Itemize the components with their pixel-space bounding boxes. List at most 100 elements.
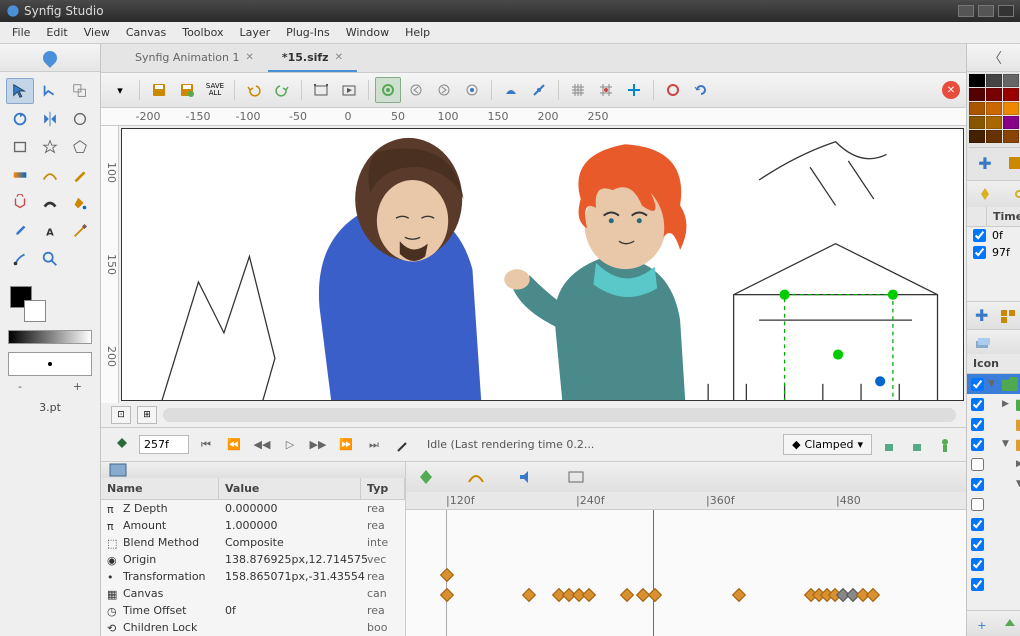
palette-color[interactable] <box>1003 130 1019 143</box>
gradient-tool[interactable] <box>6 162 34 188</box>
mirror-tool[interactable] <box>36 106 64 132</box>
layer-visible-checkbox[interactable] <box>971 498 984 511</box>
grid-icon[interactable] <box>565 77 591 103</box>
tangent-icon[interactable] <box>526 77 552 103</box>
col-type[interactable]: Typ <box>361 478 405 499</box>
layer-visible-checkbox[interactable] <box>971 438 984 451</box>
refresh-icon[interactable] <box>688 77 714 103</box>
text-tool[interactable]: A <box>36 218 64 244</box>
layer-expand-icon[interactable]: ▼ <box>988 379 998 389</box>
param-row[interactable]: ▦Canvascan <box>101 585 405 602</box>
preview-icon[interactable] <box>336 77 362 103</box>
palette-color[interactable] <box>986 88 1002 101</box>
palette-color[interactable] <box>969 88 985 101</box>
palette-color[interactable] <box>986 74 1002 87</box>
palette-color[interactable] <box>1003 116 1019 129</box>
onion-skin-icon[interactable] <box>375 77 401 103</box>
param-row[interactable]: ◉Origin138.876925px,12.714575vec <box>101 551 405 568</box>
palette-color[interactable] <box>969 102 985 115</box>
keyframe-lock-past-icon[interactable] <box>878 434 900 456</box>
circle-tool[interactable] <box>66 106 94 132</box>
palette-color[interactable] <box>986 130 1002 143</box>
menu-help[interactable]: Help <box>397 23 438 42</box>
param-row[interactable]: •Transformation158.865071px,-31.43554rea <box>101 568 405 585</box>
palette-color[interactable] <box>1003 102 1019 115</box>
horizontal-scrollbar[interactable] <box>163 408 956 422</box>
menu-plugins[interactable]: Plug-Ins <box>278 23 338 42</box>
brush-tool[interactable] <box>6 246 34 272</box>
layer-expand-icon[interactable]: ▼ <box>1016 479 1020 489</box>
guides-icon[interactable] <box>621 77 647 103</box>
param-row[interactable]: ◷Time Offset0frea <box>101 602 405 619</box>
current-frame-input[interactable] <box>139 435 189 454</box>
fill-tool[interactable] <box>66 190 94 216</box>
spline-tool[interactable] <box>36 162 64 188</box>
palette-save-icon[interactable] <box>1005 154 1020 172</box>
close-tab-icon[interactable]: ✕ <box>942 81 960 99</box>
star-tool[interactable] <box>36 134 64 160</box>
layer-visible-checkbox[interactable] <box>971 558 984 571</box>
keyframe-lock-future-icon[interactable] <box>906 434 928 456</box>
layer-visible-checkbox[interactable] <box>971 418 984 431</box>
keyframe-checkbox[interactable] <box>973 246 986 259</box>
keyframe-row[interactable]: 0f97f(JMP) <box>967 227 1020 244</box>
save-as-icon[interactable] <box>174 77 200 103</box>
keyframe-checkbox[interactable] <box>973 229 986 242</box>
rectangle-tool[interactable] <box>6 134 34 160</box>
layer-visible-checkbox[interactable] <box>971 378 984 391</box>
col-value[interactable]: Value <box>219 478 361 499</box>
close-window-button[interactable] <box>998 5 1014 17</box>
width-tool[interactable] <box>36 190 64 216</box>
onion-prev-icon[interactable] <box>403 77 429 103</box>
redo-icon[interactable] <box>269 77 295 103</box>
zoom-100-button[interactable]: ⊞ <box>137 406 157 424</box>
maximize-button[interactable] <box>978 5 994 17</box>
smooth-move-tool[interactable] <box>36 78 64 104</box>
seek-prev-frame-icon[interactable]: ◀◀ <box>251 434 273 456</box>
palette-color[interactable] <box>969 74 985 87</box>
layer-row[interactable]: 15-4.sifz.lst <box>967 414 1020 434</box>
menu-edit[interactable]: Edit <box>38 23 75 42</box>
layer-visible-checkbox[interactable] <box>971 458 984 471</box>
layer-row[interactable]: ▼[/home/zelgadis/ <box>967 434 1020 454</box>
minimize-button[interactable] <box>958 5 974 17</box>
palette-color[interactable] <box>1003 88 1019 101</box>
layer-visible-checkbox[interactable] <box>971 578 984 591</box>
transform-tool[interactable] <box>6 78 34 104</box>
menu-layer[interactable]: Layer <box>231 23 278 42</box>
layer-group-icon[interactable] <box>1000 309 1016 323</box>
canvas-viewport[interactable] <box>121 128 964 401</box>
interpolation-dropdown[interactable]: ◆ Clamped ▾ <box>783 434 872 455</box>
layer-expand-icon[interactable]: ▼ <box>1002 439 1012 449</box>
background-color[interactable] <box>24 300 46 322</box>
seek-next-kf-icon[interactable]: ⏩ <box>335 434 357 456</box>
gradient-preview[interactable] <box>8 330 92 344</box>
brush-status-icon[interactable] <box>391 434 413 456</box>
menu-view[interactable]: View <box>76 23 118 42</box>
save-all-icon[interactable]: SAVEALL <box>202 77 228 103</box>
layer-row[interactable]: ▶Group <box>967 554 1020 574</box>
layer-row[interactable]: Skeleton <box>967 534 1020 554</box>
onion-next-icon[interactable] <box>431 77 457 103</box>
layer-visible-checkbox[interactable] <box>971 398 984 411</box>
menu-canvas[interactable]: Canvas <box>118 23 174 42</box>
layer-visible-checkbox[interactable] <box>971 538 984 551</box>
palette-color[interactable] <box>986 116 1002 129</box>
menu-dropdown-icon[interactable]: ▾ <box>107 77 133 103</box>
layer-expand-icon[interactable]: ▶ <box>1016 459 1020 469</box>
palette-color[interactable] <box>1003 74 1019 87</box>
palette-color[interactable] <box>969 130 985 143</box>
onion-settings-icon[interactable] <box>459 77 485 103</box>
seek-next-frame-icon[interactable]: ▶▶ <box>307 434 329 456</box>
menu-file[interactable]: File <box>4 23 38 42</box>
layer-up-icon[interactable] <box>1001 616 1019 632</box>
param-row[interactable]: πZ Depth0.000000rea <box>101 500 405 517</box>
menu-window[interactable]: Window <box>338 23 397 42</box>
layer-row[interactable]: ▼Group <box>967 514 1020 534</box>
close-icon[interactable]: ✕ <box>335 52 343 63</box>
toggle-1-icon[interactable] <box>660 77 686 103</box>
rotate-tool[interactable] <box>6 106 34 132</box>
palette-color[interactable] <box>969 116 985 129</box>
timeline-tracks[interactable] <box>406 510 966 636</box>
animate-edit-icon[interactable] <box>934 434 956 456</box>
